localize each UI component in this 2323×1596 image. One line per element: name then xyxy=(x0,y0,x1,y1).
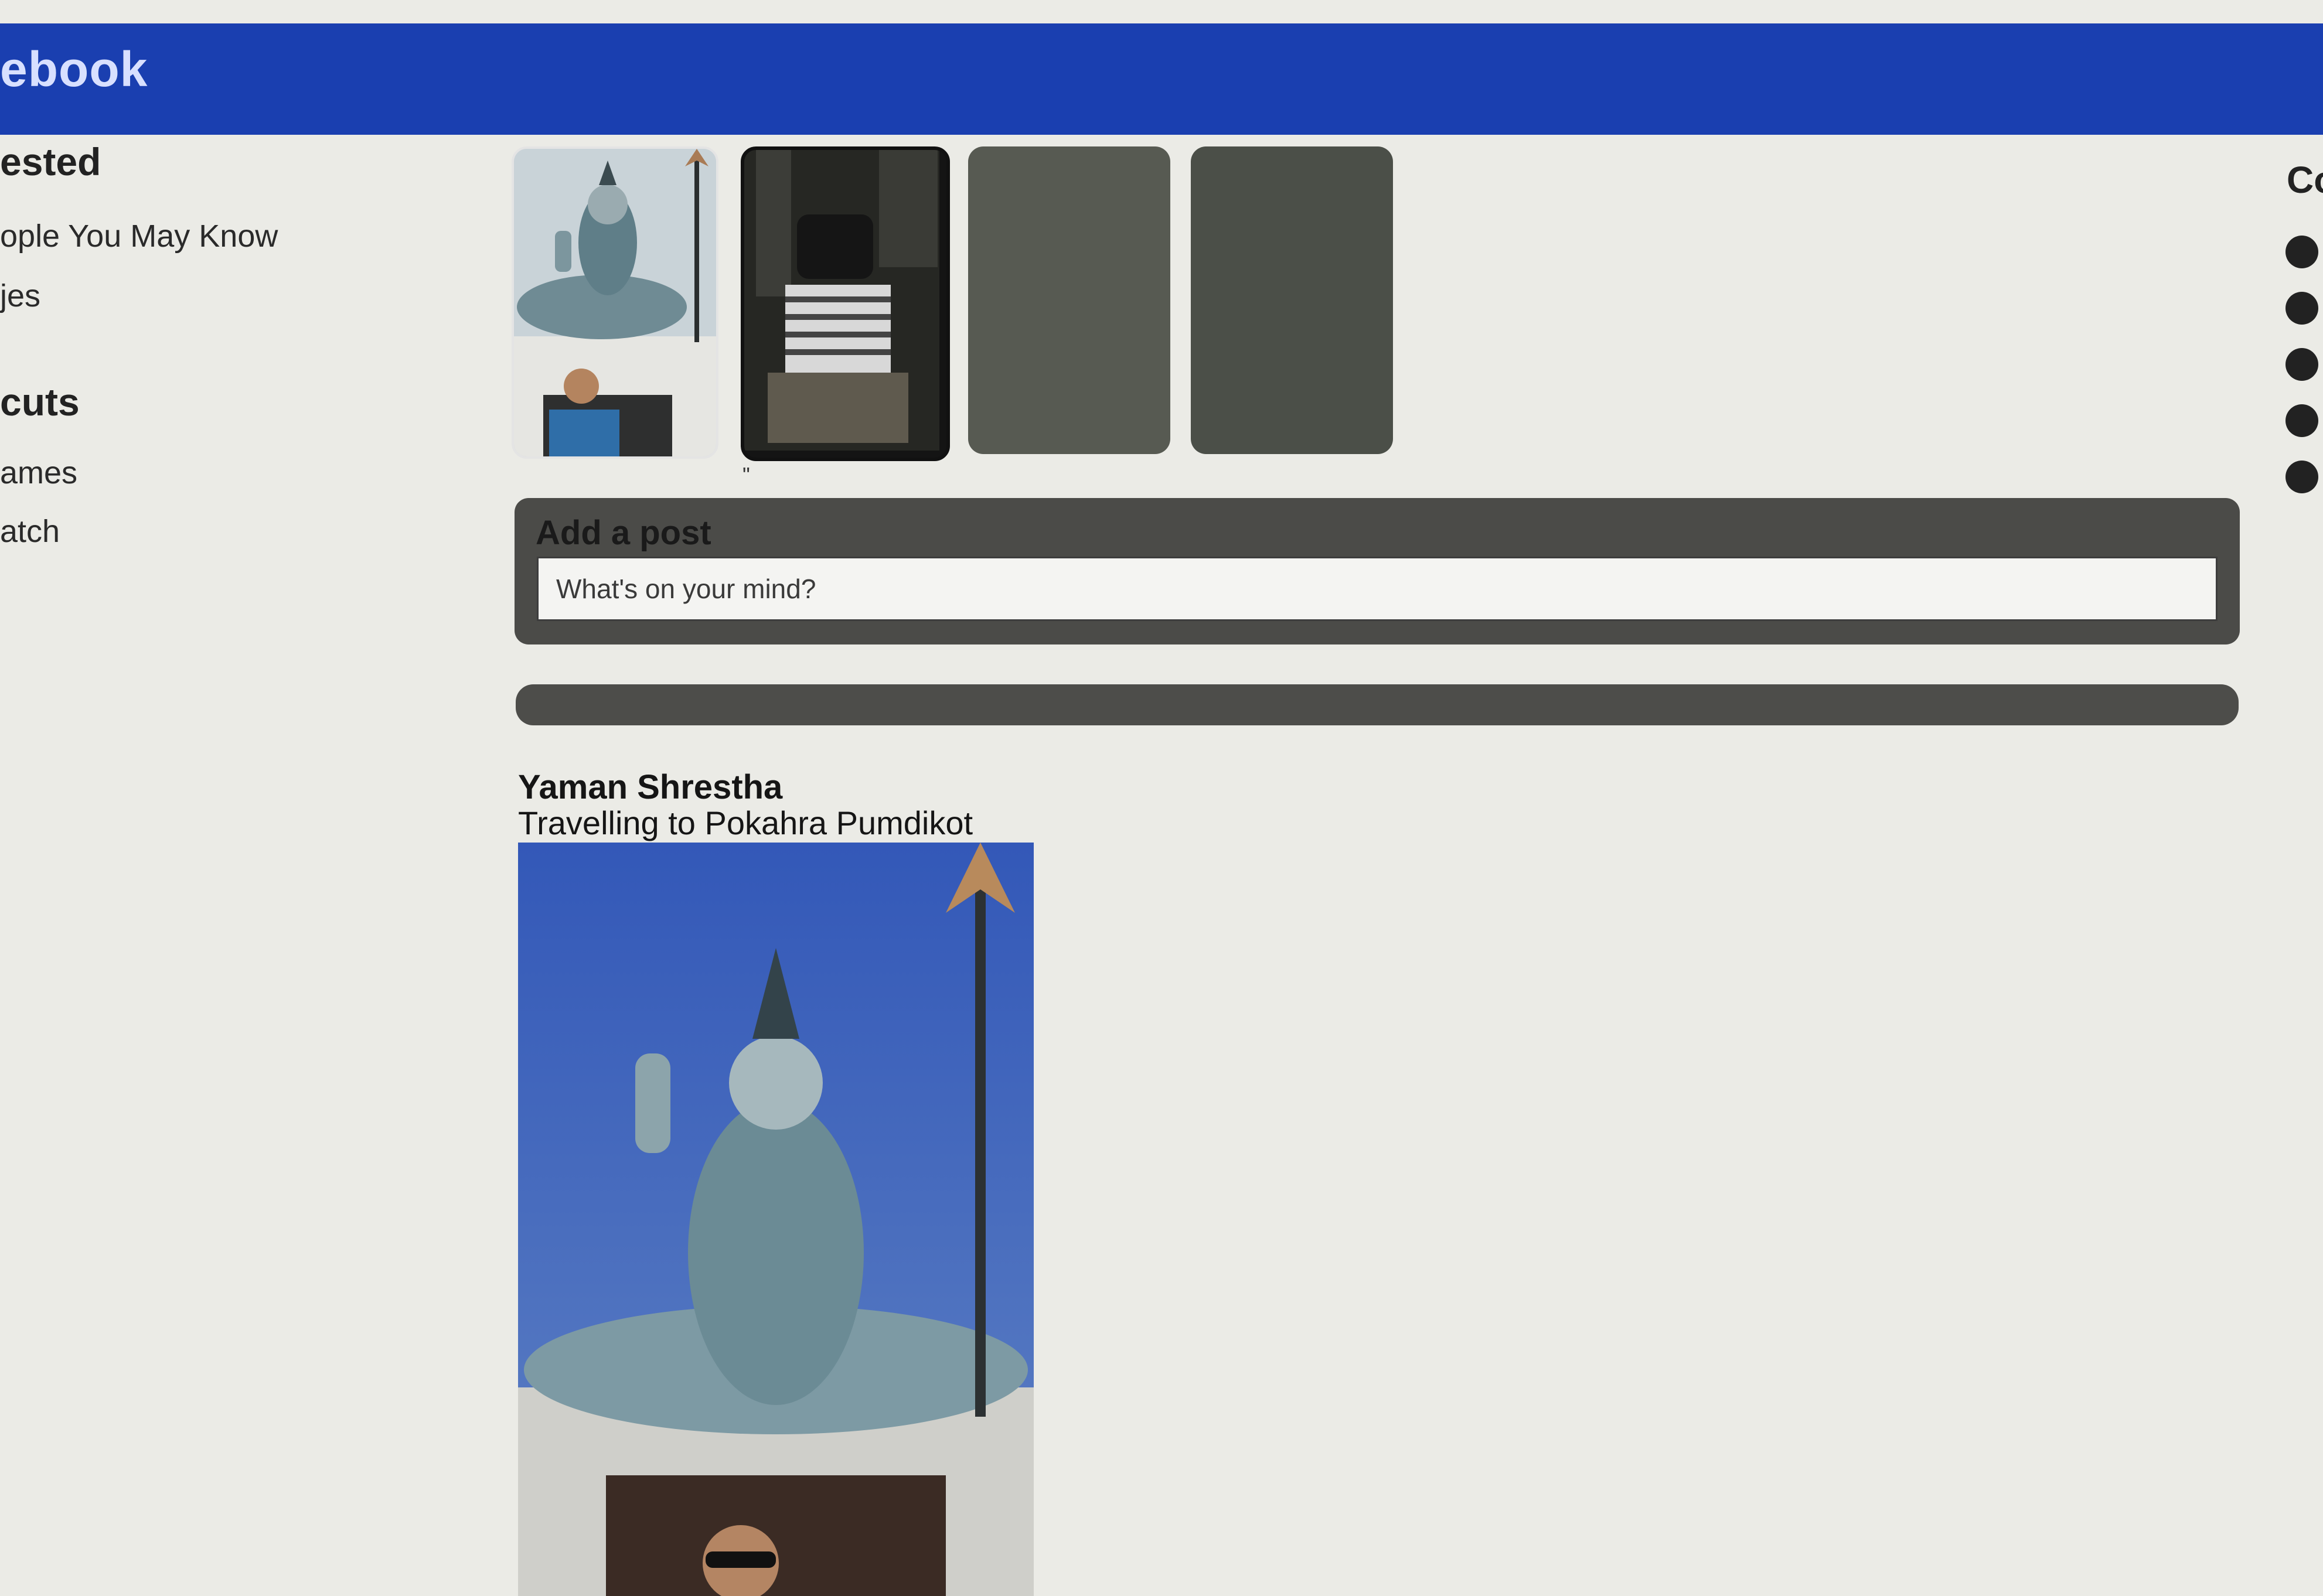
sidebar-item-pages[interactable]: jes xyxy=(0,278,40,314)
add-post-title: Add a post xyxy=(536,514,711,552)
contact-status-icon[interactable] xyxy=(2285,292,2318,325)
story-card[interactable] xyxy=(512,146,718,459)
post-author[interactable]: Yaman Shrestha xyxy=(518,768,782,807)
sidebar-item-games[interactable]: ames xyxy=(0,455,77,491)
post-image-statue xyxy=(518,843,1034,1596)
post-text: Travelling to Pokahra Pumdikot xyxy=(518,804,973,841)
post-input[interactable] xyxy=(537,557,2218,621)
top-navigation-bar xyxy=(0,23,2323,135)
sidebar-heading-shortcuts: cuts xyxy=(0,380,80,424)
contact-status-icon[interactable] xyxy=(2285,348,2318,381)
contacts-heading: Co xyxy=(2287,159,2323,201)
contact-status-icon[interactable] xyxy=(2285,461,2318,493)
story-card[interactable] xyxy=(741,146,950,461)
story-card[interactable] xyxy=(968,146,1170,454)
contact-status-icon[interactable] xyxy=(2285,404,2318,437)
story-thumbnail-child xyxy=(744,150,939,451)
feed-divider-bar xyxy=(516,684,2239,725)
add-post-panel: Add a post xyxy=(515,498,2240,644)
post-photo[interactable] xyxy=(518,843,1034,1596)
sidebar-item-people-you-may-know[interactable]: ople You May Know xyxy=(0,218,278,254)
story-card[interactable] xyxy=(1191,146,1393,454)
sidebar-heading-suggested: ested xyxy=(0,140,101,183)
story-caption: " xyxy=(742,463,750,487)
sidebar-item-watch[interactable]: atch xyxy=(0,513,60,550)
brand-logo[interactable]: ebook xyxy=(0,41,148,98)
story-thumbnail-statue xyxy=(514,149,716,456)
contact-status-icon[interactable] xyxy=(2285,236,2318,268)
